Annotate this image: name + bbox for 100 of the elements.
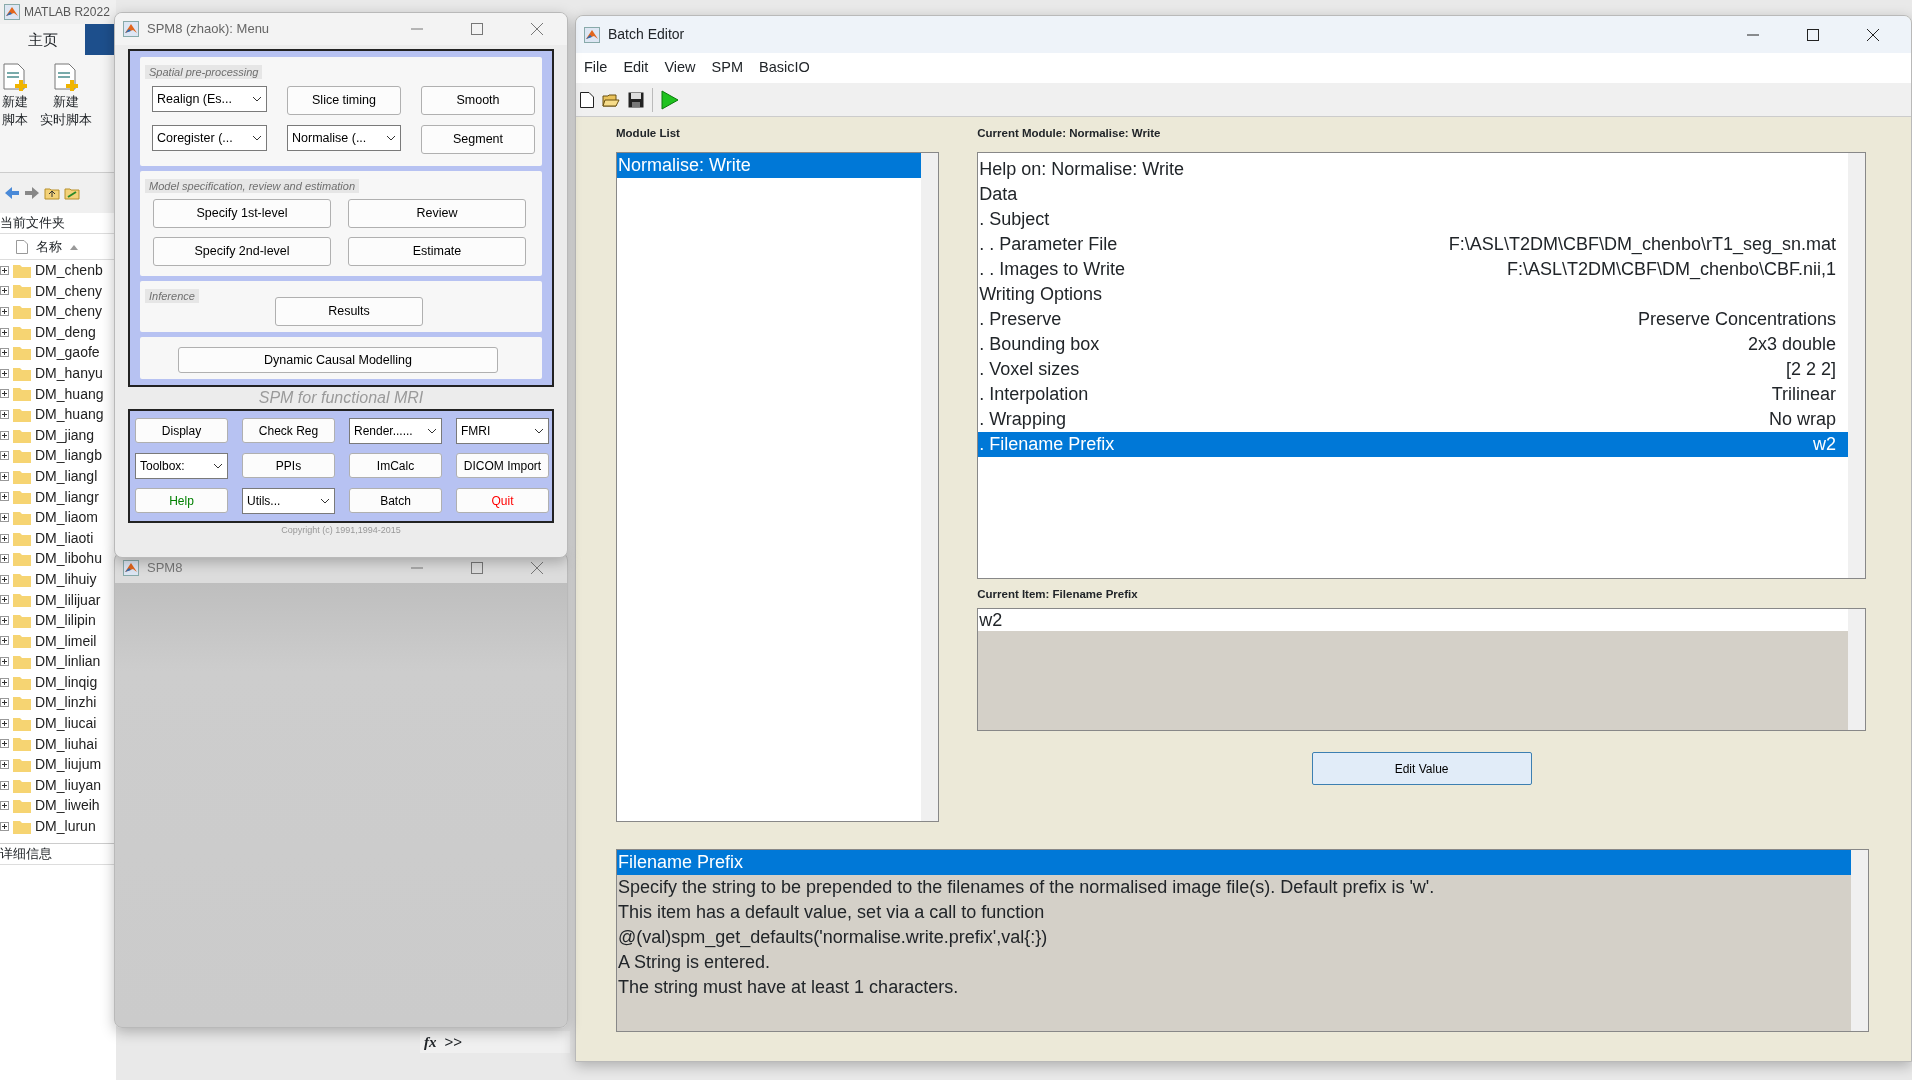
expand-icon[interactable] <box>0 348 9 358</box>
file-name[interactable]: DM_liucai <box>35 713 97 734</box>
expand-icon[interactable] <box>0 554 9 564</box>
menu-button[interactable]: Results <box>275 297 423 326</box>
file-name[interactable]: DM_liuyan <box>35 774 102 796</box>
browse-folder-icon[interactable] <box>64 185 80 201</box>
file-name[interactable]: DM_liujum <box>35 754 102 775</box>
tree-row[interactable]: . Interpolation Trilinear <box>978 382 1848 407</box>
close-icon[interactable] <box>1867 28 1879 41</box>
expand-icon[interactable] <box>0 821 9 831</box>
expand-icon[interactable] <box>0 698 9 708</box>
file-name[interactable]: DM_liangb <box>35 445 102 466</box>
open-folder-icon[interactable] <box>602 91 620 108</box>
menu-button[interactable]: Check Reg <box>242 418 335 443</box>
expand-icon[interactable] <box>0 657 9 667</box>
file-name[interactable]: DM_liaom <box>35 507 98 528</box>
scrollbar[interactable] <box>1848 609 1865 730</box>
expand-icon[interactable] <box>0 533 9 543</box>
file-name[interactable]: DM_libohu <box>35 548 102 569</box>
dropdown[interactable]: Realign (Es... <box>152 86 267 112</box>
scrollbar[interactable] <box>1848 153 1865 578</box>
file-name[interactable]: DM_linlian <box>35 651 101 672</box>
menu-item[interactable]: SPM <box>711 57 743 79</box>
menu-button[interactable]: Quit <box>456 488 549 513</box>
tree-row[interactable]: . . Images to Write F:\ASL\T2DM\CBF\DM_chenbo\CBF.nii,1 <box>978 257 1848 282</box>
expand-icon[interactable] <box>0 492 9 502</box>
new-script-button[interactable]: 新建 实时脚本 <box>38 91 94 131</box>
expand-icon[interactable] <box>0 265 9 275</box>
file-name[interactable]: DM_liaoti <box>35 527 94 549</box>
menu-item[interactable]: BasicIO <box>758 57 810 79</box>
file-name[interactable]: DM_huang <box>35 404 104 425</box>
menu-button[interactable]: ImCalc <box>349 453 442 478</box>
file-name[interactable]: DM_linqig <box>35 671 98 693</box>
scrollbar[interactable] <box>921 153 939 821</box>
menu-button[interactable]: PPIs <box>242 453 335 478</box>
file-name[interactable]: DM_chenb <box>35 260 103 281</box>
menu-button[interactable]: Batch <box>349 488 442 513</box>
expand-icon[interactable] <box>0 615 9 625</box>
expand-icon[interactable] <box>0 307 9 316</box>
file-name[interactable]: DM_cheny <box>35 301 102 322</box>
menu-button[interactable]: Specify 1st-level <box>153 199 331 228</box>
expand-icon[interactable] <box>0 368 9 378</box>
file-name[interactable]: DM_liangl <box>35 465 98 487</box>
expand-icon[interactable] <box>0 471 9 481</box>
menu-button[interactable]: DICOM Import <box>456 453 549 478</box>
expand-icon[interactable] <box>0 409 9 419</box>
dropdown[interactable]: Render...... <box>349 418 442 444</box>
expand-icon[interactable] <box>0 327 9 337</box>
file-name[interactable]: DM_jiang <box>35 424 95 446</box>
file-name[interactable]: DM_hanyu <box>35 362 103 384</box>
expand-icon[interactable] <box>0 430 9 440</box>
expand-icon[interactable] <box>0 389 9 399</box>
expand-icon[interactable] <box>0 677 9 687</box>
scrollbar[interactable] <box>1851 850 1868 1031</box>
file-name[interactable]: DM_cheny <box>35 280 102 302</box>
tree-row[interactable]: . Wrapping No wrap <box>978 407 1848 432</box>
file-name[interactable]: DM_liuhai <box>35 733 98 755</box>
tree-row[interactable]: . Bounding box 2x3 double <box>978 332 1848 357</box>
expand-icon[interactable] <box>0 286 9 296</box>
expand-icon[interactable] <box>0 512 9 522</box>
tree-row[interactable]: Help on: Normalise: Write <box>978 157 1848 182</box>
tree-row[interactable]: . Filename Prefix w2 <box>978 432 1848 457</box>
menu-button[interactable]: Slice timing <box>287 86 401 115</box>
new-script-button[interactable]: 新建 脚本 <box>0 91 30 131</box>
file-name[interactable]: DM_lilipin <box>35 610 96 631</box>
tree-row[interactable]: Data <box>978 182 1848 207</box>
dropdown[interactable]: Utils... <box>242 488 335 514</box>
maximize-icon[interactable] <box>1807 28 1819 41</box>
expand-icon[interactable] <box>0 574 9 584</box>
file-name[interactable]: DM_liangr <box>35 486 99 508</box>
dropdown[interactable]: FMRI <box>456 418 549 444</box>
file-name[interactable]: DM_limeil <box>35 630 97 652</box>
module-item[interactable]: Normalise: Write <box>617 153 922 178</box>
menu-button[interactable]: Display <box>135 418 228 443</box>
tree-row[interactable]: . . Parameter File F:\ASL\T2DM\CBF\DM_chenbo\rT1_seg_sn.mat <box>978 232 1848 257</box>
file-name[interactable]: DM_lurun <box>35 816 96 837</box>
menu-button[interactable]: Dynamic Causal Modelling <box>178 347 498 373</box>
expand-icon[interactable] <box>0 780 9 790</box>
column-header[interactable]: 名称 <box>36 236 62 257</box>
tree-row[interactable]: . Preserve Preserve Concentrations <box>978 307 1848 332</box>
tree-row[interactable]: . Voxel sizes [2 2 2] <box>978 357 1848 382</box>
file-name[interactable]: DM_gaofe <box>35 342 100 363</box>
menu-item[interactable]: Edit <box>623 57 649 79</box>
function-button[interactable]: fx <box>424 1030 437 1054</box>
expand-icon[interactable] <box>0 451 9 461</box>
dropdown[interactable]: Normalise (... <box>287 125 401 151</box>
expand-icon[interactable] <box>0 595 9 605</box>
new-file-icon[interactable] <box>580 91 594 108</box>
tree-row[interactable]: . Subject <box>978 207 1848 232</box>
ribbon-tab[interactable]: 主页 <box>0 24 85 55</box>
file-name[interactable]: DM_huang <box>35 383 104 405</box>
expand-icon[interactable] <box>0 739 9 749</box>
expand-icon[interactable] <box>0 760 9 770</box>
file-name[interactable]: DM_linzhi <box>35 692 97 714</box>
menu-button[interactable]: Estimate <box>348 237 526 266</box>
dropdown[interactable]: Coregister (... <box>152 125 267 151</box>
menu-button[interactable]: Specify 2nd-level <box>153 237 331 266</box>
dropdown[interactable]: Toolbox: <box>135 453 228 479</box>
file-name[interactable]: DM_lilijuar <box>35 589 101 611</box>
save-icon[interactable] <box>628 91 644 108</box>
